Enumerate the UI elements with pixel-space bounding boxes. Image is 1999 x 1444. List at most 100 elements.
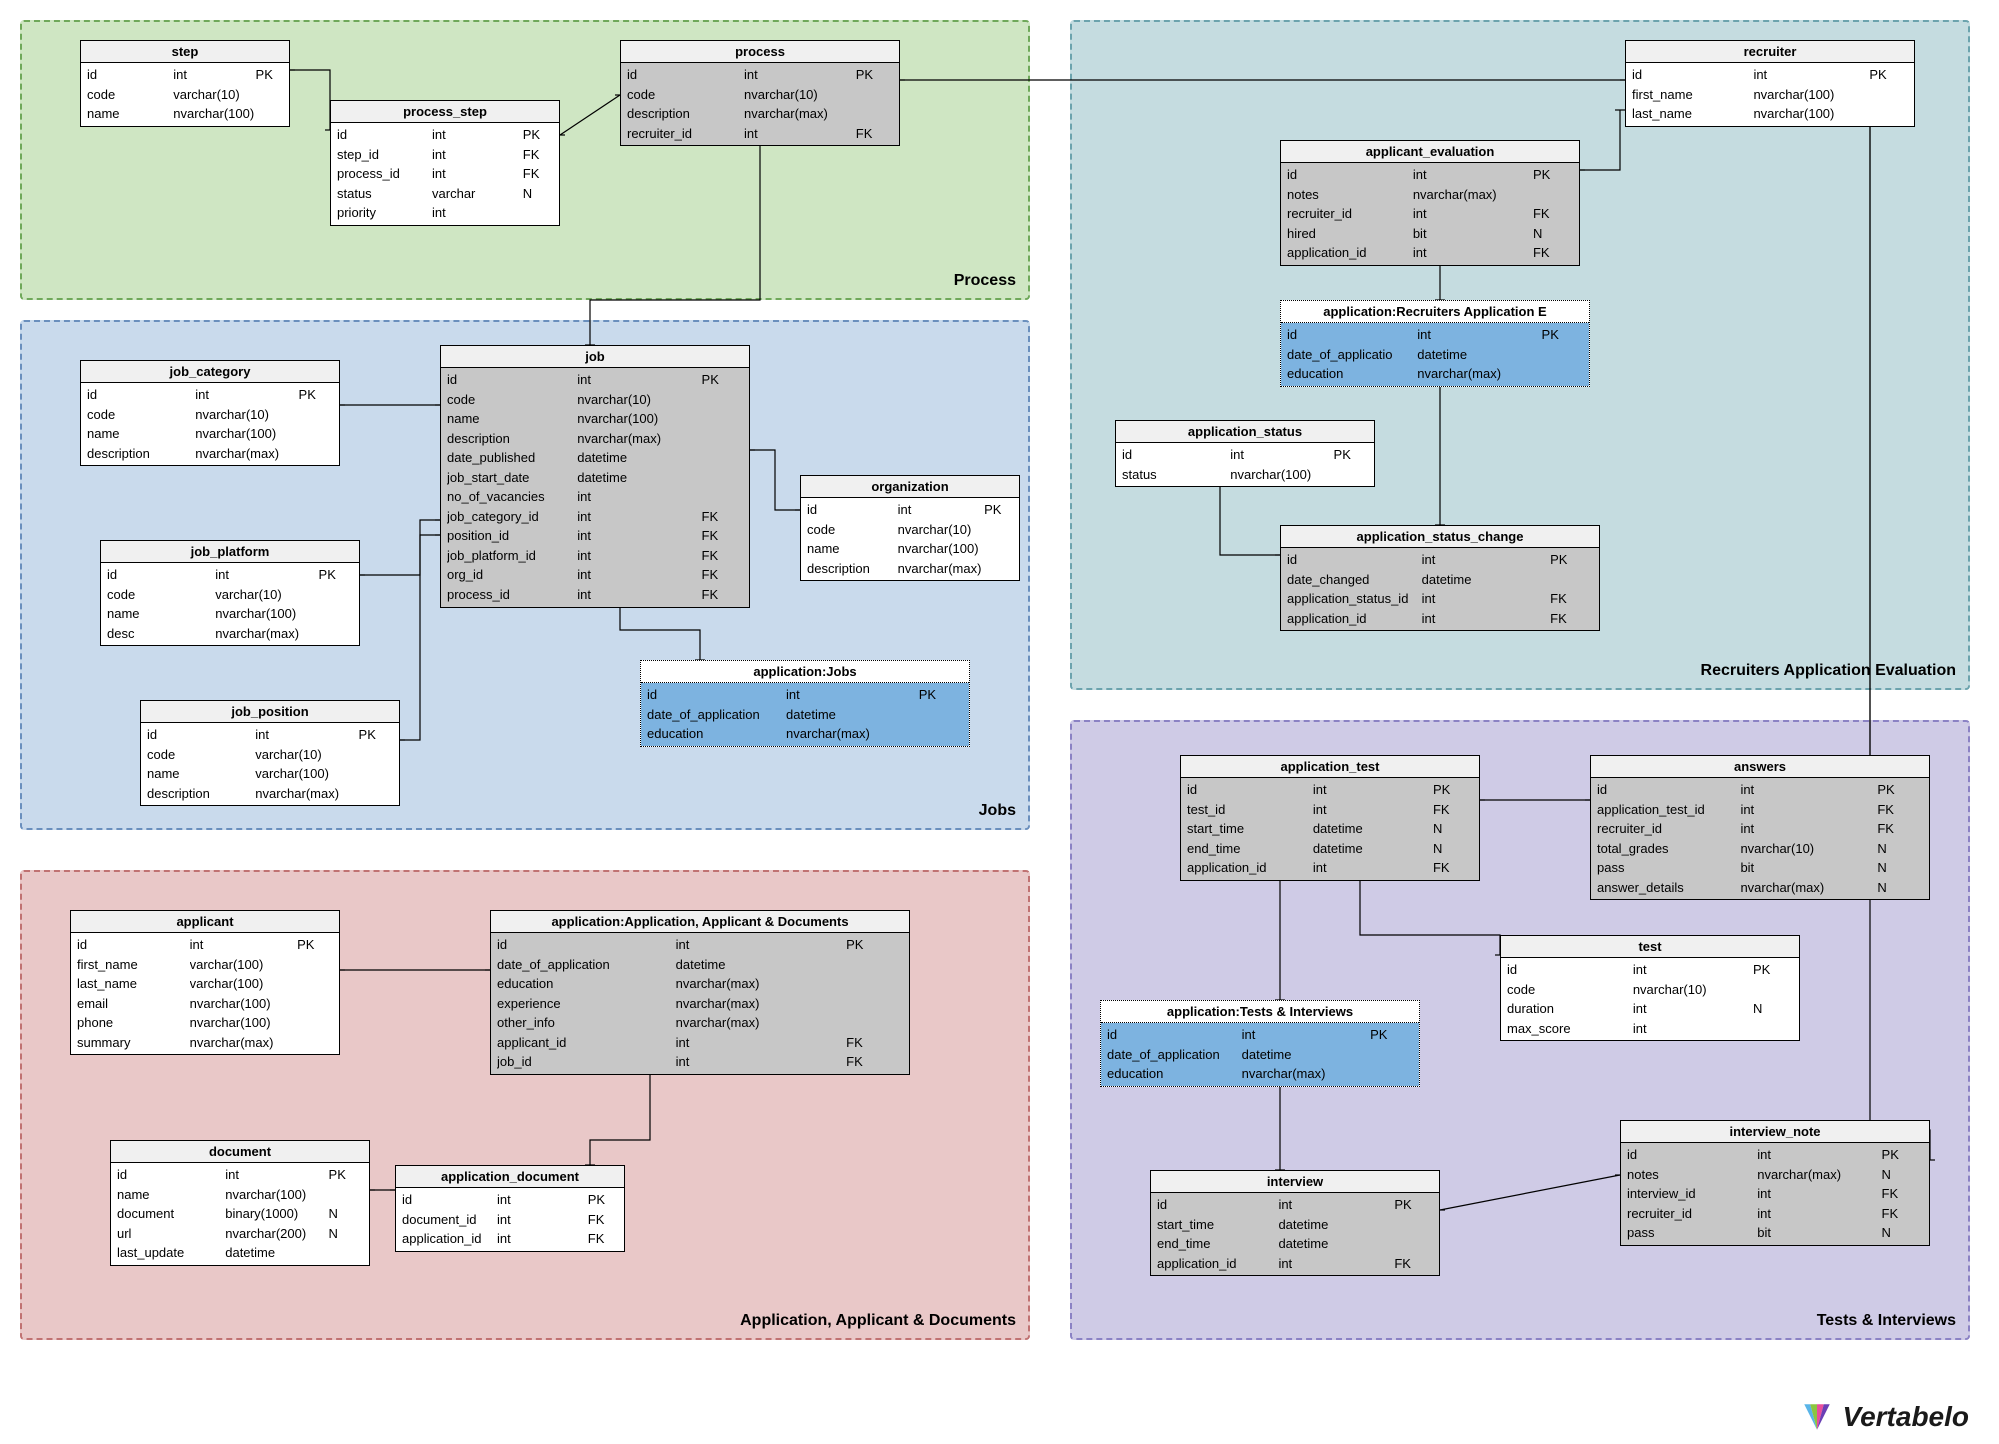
col-type: nvarchar(200) <box>225 1225 328 1243</box>
col-key: FK <box>523 165 553 183</box>
column-row: no_of_vacanciesint <box>441 487 749 507</box>
col-key: PK <box>1394 1196 1433 1214</box>
col-type: int <box>1740 801 1877 819</box>
entity-step[interactable]: stepidintPKcodevarchar(10)namenvarchar(1… <box>80 40 290 127</box>
col-key <box>1370 1065 1413 1083</box>
entity-application_document[interactable]: application_documentidintPKdocument_idin… <box>395 1165 625 1252</box>
entity-applicant[interactable]: applicantidintPKfirst_namevarchar(100)la… <box>70 910 340 1055</box>
column-row: descriptionnvarchar(max) <box>141 784 399 804</box>
entity-application_status[interactable]: application_statusidintPKstatusnvarchar(… <box>1115 420 1375 487</box>
col-type: int <box>1413 166 1533 184</box>
col-name: application_id <box>1287 610 1422 628</box>
column-row: urlnvarchar(200)N <box>111 1224 369 1244</box>
col-name: desc <box>107 625 215 643</box>
col-type: datetime <box>1313 820 1433 838</box>
column-row: idintPK <box>71 935 339 955</box>
col-key: FK <box>1433 859 1473 877</box>
col-key <box>299 406 333 424</box>
entity-application_status_change[interactable]: application_status_changeidintPKdate_cha… <box>1280 525 1600 631</box>
column-row: statusnvarchar(100) <box>1116 465 1374 485</box>
entity-answers[interactable]: answersidintPKapplication_test_idintFKre… <box>1590 755 1930 900</box>
col-key <box>319 625 353 643</box>
col-key: N <box>1433 820 1473 838</box>
column-row: org_idintFK <box>441 565 749 585</box>
col-type: datetime <box>1278 1235 1394 1253</box>
col-type: nvarchar(100) <box>195 425 298 443</box>
col-key <box>297 1014 333 1032</box>
entity-interview_note[interactable]: interview_noteidintPKnotesnvarchar(max)N… <box>1620 1120 1930 1246</box>
col-type: int <box>676 1053 847 1071</box>
entity-job_position[interactable]: job_positionidintPKcodevarchar(10)nameva… <box>140 700 400 806</box>
col-type: nvarchar(max) <box>676 1014 847 1032</box>
entity-interview[interactable]: interviewidintPKstart_timedatetimeend_ti… <box>1150 1170 1440 1276</box>
col-name: id <box>1287 551 1422 569</box>
column-row: recruiter_idintFK <box>621 124 899 144</box>
col-type: datetime <box>1278 1216 1394 1234</box>
col-name: answer_details <box>1597 879 1740 897</box>
entity-test[interactable]: testidintPKcodenvarchar(10)durationintNm… <box>1500 935 1800 1041</box>
entity-application_app[interactable]: application:Application, Applicant & Doc… <box>490 910 910 1075</box>
col-name: name <box>107 605 215 623</box>
col-name: id <box>1287 326 1417 344</box>
col-name: notes <box>1627 1166 1757 1184</box>
col-key <box>1394 1235 1433 1253</box>
entity-body: idintPKstart_timedatetimeend_timedatetim… <box>1151 1193 1439 1275</box>
col-key: FK <box>523 146 553 164</box>
entity-header: application:Jobs <box>641 661 969 683</box>
column-row: idintPK <box>1151 1195 1439 1215</box>
col-name: id <box>87 386 195 404</box>
col-type: nvarchar(max) <box>1242 1065 1371 1083</box>
column-row: namenvarchar(100) <box>801 539 1019 559</box>
col-name: url <box>117 1225 225 1243</box>
col-key <box>1542 365 1583 383</box>
column-row: start_timedatetimeN <box>1181 819 1479 839</box>
col-key <box>1533 186 1573 204</box>
col-type: nvarchar(100) <box>173 105 255 123</box>
column-row: answer_detailsnvarchar(max)N <box>1591 878 1929 898</box>
col-name: end_time <box>1157 1235 1278 1253</box>
col-key <box>329 1244 363 1262</box>
col-name: priority <box>337 204 432 222</box>
col-key <box>1370 1046 1413 1064</box>
column-row: document_idintFK <box>396 1210 624 1230</box>
entity-job[interactable]: jobidintPKcodenvarchar(10)namenvarchar(1… <box>440 345 750 608</box>
entity-organization[interactable]: organizationidintPKcodenvarchar(10)namen… <box>800 475 1020 581</box>
entity-application_tests[interactable]: application:Tests & InterviewsidintPKdat… <box>1100 1000 1420 1087</box>
col-type: varchar <box>432 185 523 203</box>
col-name: code <box>447 391 577 409</box>
entity-recruiter[interactable]: recruiteridintPKfirst_namenvarchar(100)l… <box>1625 40 1915 127</box>
entity-header: job_category <box>81 361 339 383</box>
entity-header: interview <box>1151 1171 1439 1193</box>
column-row: idintPK <box>441 370 749 390</box>
entity-application_rec[interactable]: application:Recruiters Application Eidin… <box>1280 300 1590 387</box>
col-name: code <box>807 521 898 539</box>
column-row: namenvarchar(100) <box>81 424 339 444</box>
col-type: datetime <box>1242 1046 1371 1064</box>
col-key: FK <box>846 1034 903 1052</box>
col-type: varchar(100) <box>255 765 358 783</box>
entity-job_category[interactable]: job_categoryidintPKcodenvarchar(10)namen… <box>80 360 340 466</box>
col-key: FK <box>1877 801 1923 819</box>
entity-process_step[interactable]: process_stepidintPKstep_idintFKprocess_i… <box>330 100 560 226</box>
entity-application_jobs[interactable]: application:JobsidintPKdate_of_applicati… <box>640 660 970 747</box>
col-type: int <box>190 936 298 954</box>
col-key: PK <box>329 1166 363 1184</box>
column-row: descriptionnvarchar(max) <box>621 104 899 124</box>
col-name: recruiter_id <box>1287 205 1413 223</box>
entity-body: idintPKcodenvarchar(10)namenvarchar(100)… <box>441 368 749 607</box>
column-row: notesnvarchar(max)N <box>1621 1165 1929 1185</box>
entity-application_test[interactable]: application_testidintPKtest_idintFKstart… <box>1180 755 1480 881</box>
col-key <box>919 706 963 724</box>
entity-applicant_evaluation[interactable]: applicant_evaluationidintPKnotesnvarchar… <box>1280 140 1580 266</box>
entity-job_platform[interactable]: job_platformidintPKcodevarchar(10)namenv… <box>100 540 360 646</box>
entity-process[interactable]: processidintPKcodenvarchar(10)descriptio… <box>620 40 900 146</box>
col-key: FK <box>856 125 893 143</box>
col-type: nvarchar(100) <box>577 410 701 428</box>
col-key: FK <box>1394 1255 1433 1273</box>
col-type: bit <box>1740 859 1877 877</box>
col-name: pass <box>1597 859 1740 877</box>
col-name: application_id <box>1187 859 1313 877</box>
region-label-process: Process <box>954 272 1016 290</box>
column-row: passbitN <box>1591 858 1929 878</box>
entity-document[interactable]: documentidintPKnamenvarchar(100)document… <box>110 1140 370 1266</box>
